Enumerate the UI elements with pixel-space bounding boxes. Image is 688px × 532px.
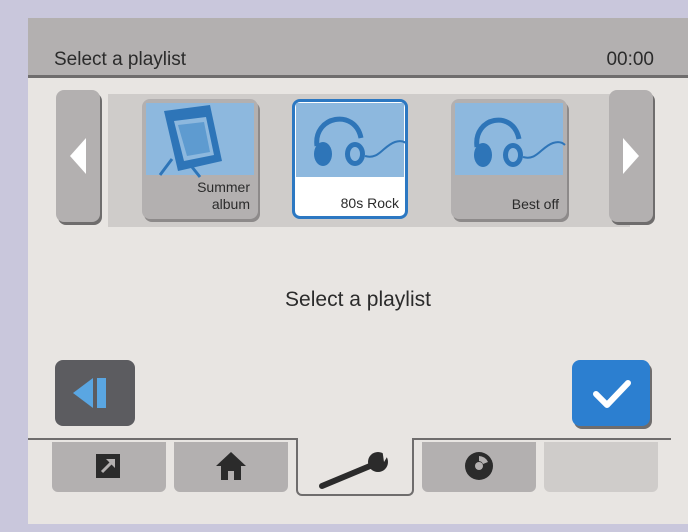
playlist-label: Best off — [512, 196, 559, 213]
chevron-left-icon — [70, 138, 86, 174]
playlist-label: 80s Rock — [341, 195, 399, 212]
tab-media[interactable] — [422, 442, 536, 492]
checkmark-icon — [593, 380, 631, 408]
page-title: Select a playlist — [54, 49, 187, 70]
headphones-icon — [474, 117, 566, 167]
picture-frame-icon — [158, 105, 222, 178]
playlist-label-line2: 80s Rock — [340, 195, 399, 211]
tab-settings[interactable] — [296, 438, 414, 496]
header-bar: Select a playlist 00:00 — [28, 18, 688, 78]
tab-empty — [544, 442, 658, 492]
previous-button[interactable] — [56, 90, 100, 222]
tab-home[interactable] — [174, 442, 288, 492]
chevron-right-icon — [623, 138, 639, 174]
headphones-icon — [314, 116, 405, 166]
tab-shortcut[interactable] — [52, 442, 166, 492]
home-icon — [216, 452, 246, 480]
disc-icon — [465, 452, 493, 480]
instruction-text: Select a playlist — [285, 288, 431, 311]
playlist-label-line2: album — [211, 196, 250, 212]
shortcut-arrow-icon — [96, 454, 120, 478]
playlist-tile-summer-album[interactable]: Summer album — [142, 99, 258, 219]
back-icon — [73, 378, 106, 408]
confirm-button[interactable] — [572, 360, 650, 426]
playlist-tile-80s-rock[interactable]: 80s Rock — [292, 99, 408, 219]
wrench-icon — [319, 448, 390, 489]
next-button[interactable] — [609, 90, 653, 222]
playlist-tile-best-off[interactable]: Best off — [451, 99, 567, 219]
screen: Select a playlist 00:00 Summer album 80s… — [28, 18, 688, 524]
playlist-label-line1: Summer — [197, 179, 250, 195]
playlist-label: Summer album — [197, 179, 250, 213]
clock: 00:00 — [606, 49, 654, 70]
back-button[interactable] — [55, 360, 135, 426]
playlist-label-line2: Best off — [511, 196, 559, 212]
